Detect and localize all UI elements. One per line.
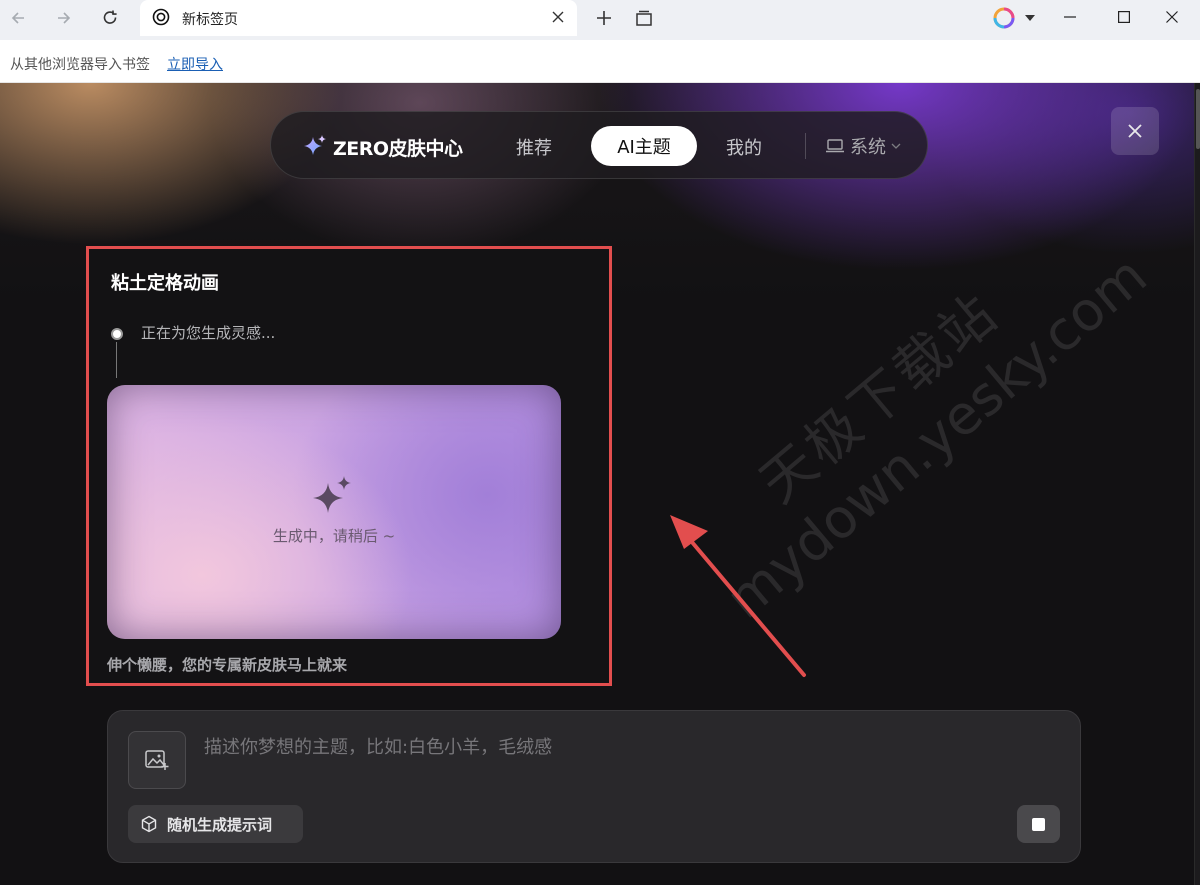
close-icon (1128, 124, 1142, 138)
system-mode-label: 系统 (850, 137, 886, 158)
image-add-icon (145, 750, 169, 770)
generation-card: 粘土定格动画 正在为您生成灵感... 生成中，请稍后 ~ 伸个懒腰，您的专属新皮… (86, 246, 612, 686)
prompt-input[interactable] (204, 733, 1044, 761)
system-mode-select[interactable]: 系统 (825, 134, 901, 158)
new-tab-icon[interactable] (590, 6, 618, 30)
minimize-icon[interactable] (1052, 4, 1088, 30)
tab-title: 新标签页 (182, 12, 238, 28)
profile-dropdown-icon[interactable] (1016, 6, 1044, 30)
upload-image-button[interactable] (128, 731, 186, 789)
skin-center-nav: ZERO皮肤中心 推荐 AI主题 我的 系统 (270, 111, 928, 179)
dice-cube-icon (141, 815, 157, 833)
import-now-link[interactable]: 立即导入 (167, 54, 223, 74)
random-prompt-label: 随机生成提示词 (167, 815, 273, 834)
window-close-icon[interactable] (1154, 4, 1190, 30)
close-skin-center-button[interactable] (1111, 107, 1159, 155)
skin-center-page: 天极下载站 mydown.yesky.com ZERO皮肤中心 推荐 AI主题 … (0, 83, 1200, 885)
progress-step-line (116, 342, 117, 378)
back-icon[interactable] (4, 6, 32, 30)
generation-footer-message: 伸个懒腰，您的专属新皮肤马上就来 (107, 656, 348, 674)
chevron-down-icon (891, 143, 901, 149)
bookmark-bar: 从其他浏览器导入书签 立即导入 (0, 40, 1200, 83)
laptop-icon (826, 139, 844, 153)
generating-status: 生成中，请稍后 ~ (272, 527, 396, 545)
browser-tab[interactable]: 新标签页 (140, 0, 577, 36)
tab-close-icon[interactable] (547, 6, 569, 28)
tab-ai-theme[interactable]: AI主题 (591, 126, 697, 166)
brand-title: ZERO皮肤中心 (333, 138, 463, 160)
page-scrollbar[interactable] (1194, 83, 1200, 885)
tab-recommend[interactable]: 推荐 (516, 134, 552, 160)
sparkle-brand-icon (304, 135, 326, 155)
scrollbar-thumb[interactable] (1196, 89, 1200, 149)
annotation-arrow-icon (670, 515, 806, 677)
stop-icon (1032, 817, 1045, 831)
random-prompt-button[interactable]: 随机生成提示词 (128, 805, 303, 843)
forward-icon[interactable] (50, 6, 78, 30)
progress-step-dot (111, 328, 123, 340)
progress-step-text: 正在为您生成灵感... (141, 324, 276, 342)
prompt-box: 随机生成提示词 (107, 710, 1081, 863)
skin-preview: 生成中，请稍后 ~ (107, 385, 561, 639)
nav-divider (805, 133, 806, 159)
tab-overview-icon[interactable] (630, 6, 658, 30)
theme-title: 粘土定格动画 (111, 273, 219, 294)
tab-mine[interactable]: 我的 (726, 134, 762, 160)
theme-palette-icon[interactable] (990, 6, 1018, 30)
maximize-icon[interactable] (1106, 4, 1142, 30)
reload-icon[interactable] (96, 6, 124, 30)
import-bookmarks-hint: 从其他浏览器导入书签 (10, 57, 150, 73)
browser-titlebar: 新标签页 (0, 0, 1200, 40)
sparkle-icon (313, 476, 351, 513)
stop-generation-button[interactable] (1017, 805, 1060, 843)
browser-favicon-icon (152, 8, 170, 26)
